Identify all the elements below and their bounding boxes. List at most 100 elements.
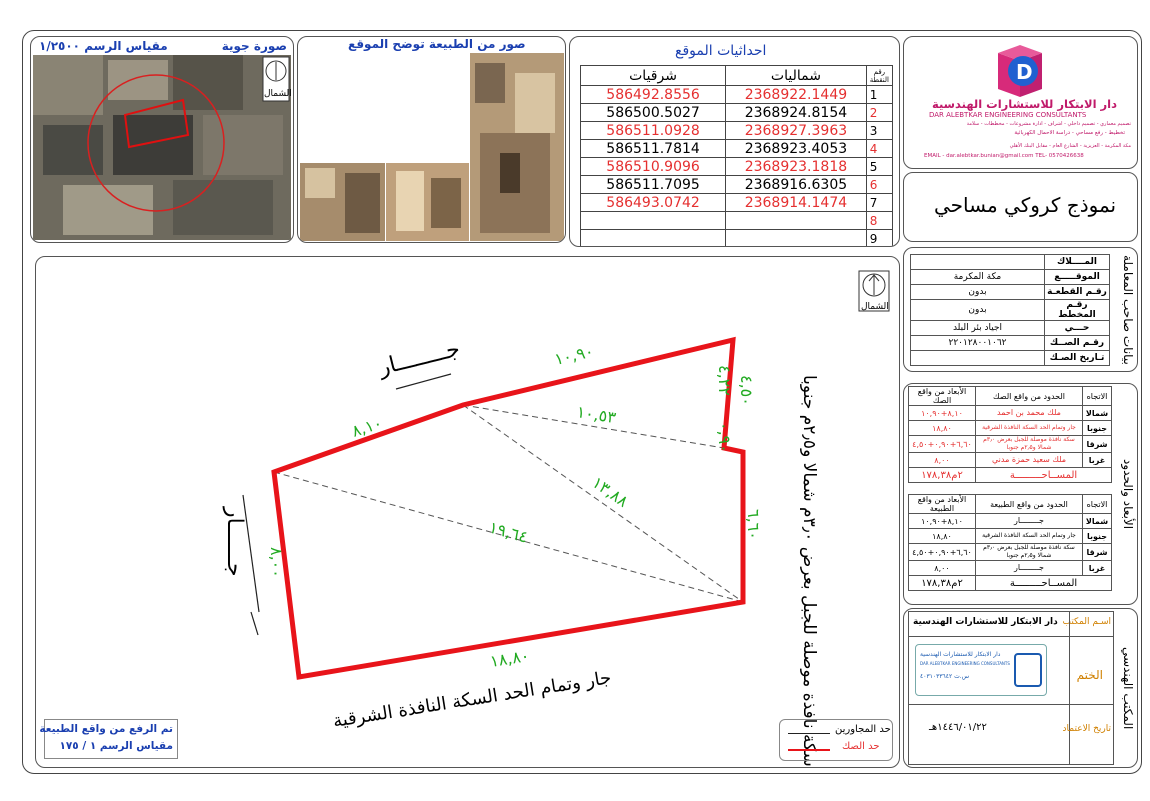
deed-dir: جنوبا: [1082, 420, 1112, 436]
deed-area-value: ٢م١٧٨,٣٨: [908, 467, 976, 483]
diag-2-label: ١٣,٨٨: [589, 473, 633, 511]
nature-bound: جــــــــار: [975, 560, 1083, 576]
nature-h-dim: الأبعاد من واقع الطبيعة: [908, 494, 976, 514]
owner-row: ٢٢٠١٢٨٠٠١٠٦٢ رقـم الصــك: [910, 335, 1110, 351]
survey-note: تم الرفع من واقع الطبيعة: [39, 723, 173, 735]
owner-label: رقـم القطعـة: [1044, 284, 1110, 300]
owner-label: المــــلاك: [1044, 254, 1110, 270]
company-logo: D: [998, 45, 1042, 97]
label-south: جار وتمام الحد السكة النافذة الشرقية: [331, 667, 612, 732]
coord-row: 586492.8556 2368922.1449 1: [579, 85, 894, 104]
nature-dim: ٨,١٠+١٠,٩٠: [908, 513, 976, 529]
coord-north: 2368923.1818: [725, 157, 867, 176]
coord-north: 2368916.6305: [725, 175, 867, 194]
diagonal-2: [462, 404, 744, 603]
col-north: شماليات: [725, 65, 867, 86]
coord-north: [725, 229, 867, 246]
owner-value: بدون: [910, 284, 1045, 300]
site-photos-panel: صور من الطبيعة توضح الموقع: [297, 36, 566, 243]
coord-north: 2368923.4053: [725, 139, 867, 158]
aerial-image: [33, 55, 291, 240]
aerial-north-label: الشمال: [264, 89, 292, 99]
survey-scale: مقياس الرسم ١ / ١٧٥: [59, 740, 173, 752]
doc-title: نموذج كروكي مساحي: [934, 193, 1117, 217]
office-stamp: دار الابتكار للاستشارات الهندسية DAR ALE…: [915, 644, 1047, 696]
deed-row: ١٨,٨٠ جار وتمام الحد السكة النافذة الشرقي…: [908, 420, 1112, 436]
coord-point: 8: [865, 211, 894, 230]
aerial-title: صورة جوية: [221, 39, 287, 53]
deed-dim: ٨,٠٠: [908, 452, 976, 468]
coord-east: 586500.5027: [579, 103, 727, 122]
coord-point: 7: [865, 193, 894, 212]
coord-east: 586493.0742: [579, 193, 727, 212]
deed-h-dir: الاتجاه: [1082, 386, 1112, 406]
coord-point: 5: [865, 157, 894, 176]
coord-east: 586510.9096: [579, 157, 727, 176]
nature-bound: جــــــــار: [975, 513, 1083, 529]
coord-row: 586511.7814 2368923.4053 4: [579, 139, 894, 158]
coord-point: 2: [865, 103, 894, 122]
aerial-panel: صورة جوية مقياس الرسم ١/٢٥٠٠ الشمال: [30, 36, 294, 243]
company-email: EMAIL - dar.alebtkar.bunian@gmail.com TE…: [924, 153, 1084, 159]
coord-point: 6: [865, 175, 894, 194]
owner-label: رقـم المخطط: [1044, 299, 1110, 321]
nature-row: ١٨,٨٠ جار وتمام الحد السكة النافذة الشرقي…: [908, 528, 1112, 544]
deed-row: ٦,٦٠+٠,٩٠+٤,٥٠ سكة نافذة موصلة للجبل بعرض…: [908, 435, 1112, 453]
coord-north: 2368924.8154: [725, 103, 867, 122]
coord-north: 2368927.3963: [725, 121, 867, 140]
dim-east-3: ٦,٦٠: [744, 509, 763, 540]
coord-point: 9: [865, 229, 894, 246]
site-photo-3: [386, 163, 469, 241]
company-line2: تخطيط - رفع مساحي - دراسة الاحمال الكهرب…: [1014, 130, 1125, 136]
legend-neighbors: حد المجاورين: [835, 724, 891, 735]
plan-drawing: الشمال ٨,١٠ ١٠,٩٠ ١٠,٥٣ ١٣,٨٨ ١٩,٦٤ ٤,٢٢…: [222, 270, 890, 767]
aerial-scale: مقياس الرسم ١/٢٥٠٠: [39, 39, 168, 53]
deed-bound: سكة نافذة موصلة للجبل بعرض ٣٫٠م شمالا و٢…: [975, 435, 1083, 453]
dim-south: ١٨,٨٠: [489, 646, 531, 671]
coord-row: 8: [579, 211, 894, 230]
nature-row: ٨,٠٠ جــــــــار غربا: [908, 560, 1112, 576]
owner-label: حـــي: [1044, 320, 1110, 336]
neighbor-line-west-tick: [250, 611, 259, 636]
coordinates-title: احداثيات الموقع: [675, 43, 767, 59]
company-panel: D دار الابتكار للاستشارات الهندسية DAR A…: [903, 36, 1138, 169]
nature-dir: غربا: [1082, 560, 1112, 576]
office-date-value: ١٤٤٦/٠١/٢٢هـ: [929, 722, 987, 733]
stamp-logo-icon: [1014, 653, 1042, 687]
owner-panel: بيانات صاحب المعاملة المــــلاك مكة المكر…: [903, 247, 1138, 372]
coord-east: 586511.7814: [579, 139, 727, 158]
plan-north-label: الشمال: [861, 302, 889, 312]
plan-panel: الشمال ٨,١٠ ١٠,٩٠ ١٠,٥٣ ١٣,٨٨ ١٩,٦٤ ٤,٢٢…: [35, 256, 900, 768]
company-line3: مكة المكرمة - العزيزية - الشارع العام - …: [1009, 143, 1131, 149]
stamp-en: DAR ALEBTKAR ENGINEERING CONSULTANTS: [920, 661, 1010, 666]
deed-area-label: المســاحـــــــــة: [975, 467, 1112, 483]
coord-row: 586493.0742 2368914.1474 7: [579, 193, 894, 212]
deed-bound: ملك محمد بن احمد: [975, 405, 1083, 421]
site-photo-1: [470, 53, 564, 241]
site-photos-title: صور من الطبيعة توضح الموقع: [348, 37, 526, 51]
company-name-ar: دار الابتكار للاستشارات الهندسية: [932, 97, 1117, 111]
nature-dir: شمالا: [1082, 513, 1112, 529]
coord-point: 1: [865, 85, 894, 104]
nature-h-dir: الاتجاه: [1082, 494, 1112, 514]
deed-dim: ٦,٦٠+٠,٩٠+٤,٥٠: [908, 435, 976, 453]
boundaries-panel: الأبعاد والحدود الأبعاد من واقع الصك الح…: [903, 383, 1138, 605]
site-photo-2: [300, 163, 385, 241]
coord-row: 586500.5027 2368924.8154 2: [579, 103, 894, 122]
doc-title-panel: نموذج كروكي مساحي: [903, 172, 1138, 242]
diag-1-label: ١٠,٥٣: [575, 402, 617, 427]
owner-row: المــــلاك: [910, 254, 1110, 270]
nature-dim: ٦,٦٠+٠,٩٠+٤,٥٠: [908, 543, 976, 561]
deed-dir: شمالا: [1082, 405, 1112, 421]
deed-h-bound: الحدود من واقع الصك: [975, 386, 1083, 406]
coord-row: 586511.0928 2368927.3963 3: [579, 121, 894, 140]
stamp-text: دار الابتكار للاستشارات الهندسية: [920, 651, 1001, 658]
owner-row: بدون رقـم المخطط: [910, 299, 1110, 321]
owner-value: [910, 350, 1045, 366]
nature-h-bound: الحدود من واقع الطبيعة: [975, 494, 1083, 514]
owner-section-title: بيانات صاحب المعاملة: [1121, 254, 1135, 365]
owner-row: بدون رقـم القطعـة: [910, 284, 1110, 300]
nature-dim: ١٨,٨٠: [908, 528, 976, 544]
coord-point: 3: [865, 121, 894, 140]
deed-dir: شرقا: [1082, 435, 1112, 453]
